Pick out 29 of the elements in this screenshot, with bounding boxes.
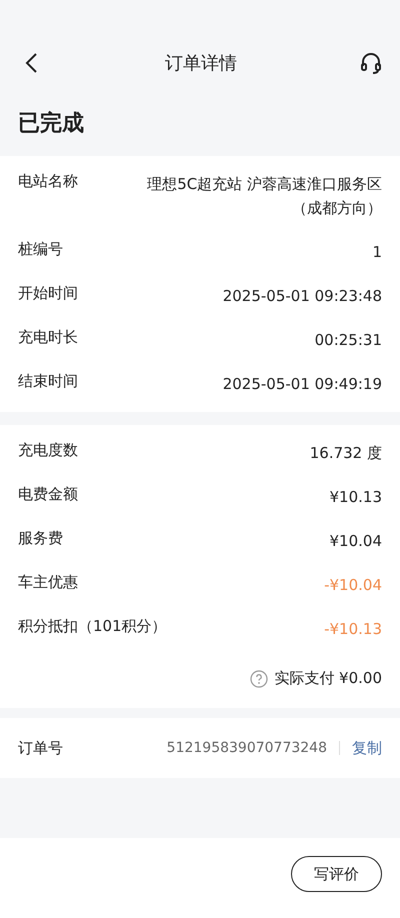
total-paid: 实际支付 ¥0.00 xyxy=(274,669,382,688)
info-value: 2025-05-01 09:49:19 xyxy=(222,374,382,395)
info-value: 2025-05-01 09:23:48 xyxy=(222,286,382,307)
headset-icon[interactable] xyxy=(358,50,384,76)
fee-label: 电费金额 xyxy=(18,485,78,504)
info-value: 00:25:31 xyxy=(314,330,382,351)
help-icon[interactable] xyxy=(250,670,268,688)
fee-label: 充电度数 xyxy=(18,441,78,460)
fee-label: 车主优惠 xyxy=(18,573,78,592)
copy-link[interactable]: 复制 xyxy=(352,738,382,758)
review-button[interactable]: 写评价 xyxy=(291,856,382,892)
info-value: 理想5C超充站 沪蓉高速淮口服务区（成都方向） xyxy=(146,174,382,219)
info-label: 开始时间 xyxy=(18,284,78,303)
fee-value: -¥10.04 xyxy=(324,575,382,596)
fee-value: -¥10.13 xyxy=(324,619,382,640)
fee-value: 16.732 度 xyxy=(310,443,382,464)
fee-value: ¥10.13 xyxy=(330,487,382,508)
info-label: 结束时间 xyxy=(18,372,78,391)
info-value: 1 xyxy=(372,242,382,263)
order-label: 订单号 xyxy=(18,738,63,758)
info-label: 电站名称 xyxy=(18,172,78,191)
fee-label: 积分抵扣（101积分） xyxy=(18,617,167,636)
info-label: 充电时长 xyxy=(18,328,78,347)
fee-label: 服务费 xyxy=(18,529,63,548)
order-status: 已完成 xyxy=(17,110,85,138)
order-number: 512195839070773248 xyxy=(166,740,327,756)
info-label: 桩编号 xyxy=(18,240,63,259)
page-title: 订单详情 xyxy=(165,52,237,75)
fee-value: ¥10.04 xyxy=(330,531,382,552)
